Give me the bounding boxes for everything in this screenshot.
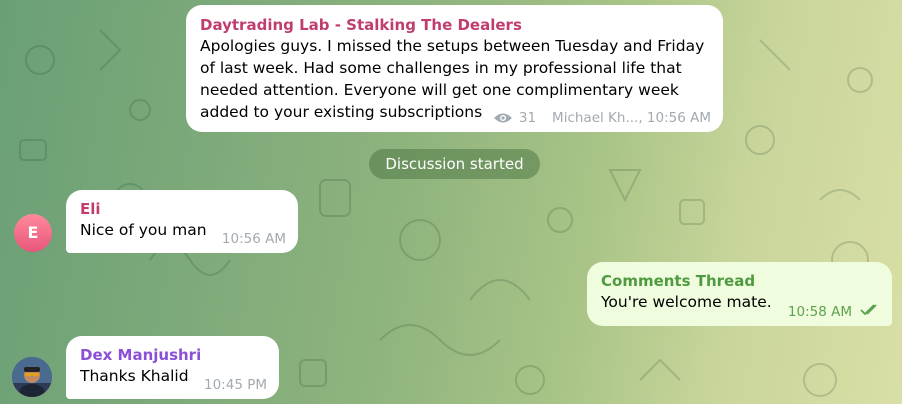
sender-name[interactable]: Comments Thread xyxy=(601,271,878,291)
post-meta: 31 Michael Kh..., 10:56 AM xyxy=(493,110,711,126)
message-time: 10:45 PM xyxy=(204,377,267,393)
message-time: 10:58 AM xyxy=(787,304,852,320)
view-count: 31 xyxy=(518,110,537,126)
message-bubble[interactable]: Eli Nice of you man 10:56 AM xyxy=(66,190,298,253)
double-check-icon xyxy=(860,304,880,320)
sender-name[interactable]: Dex Manjushri xyxy=(80,345,265,365)
sender-name[interactable]: Eli xyxy=(80,199,284,219)
eye-icon xyxy=(493,112,513,124)
message-meta: 10:58 AM xyxy=(788,304,880,320)
message-time: 10:56 AM xyxy=(221,231,286,247)
channel-name[interactable]: Daytrading Lab - Stalking The Dealers xyxy=(200,15,709,35)
avatar[interactable]: E xyxy=(14,214,52,252)
avatar[interactable] xyxy=(12,357,52,397)
outgoing-message-bubble[interactable]: Comments Thread You're welcome mate. 10:… xyxy=(587,262,892,326)
discussion-started-label: Discussion started xyxy=(369,149,540,179)
post-author-time: Michael Kh..., 10:56 AM xyxy=(552,110,711,126)
message-bubble[interactable]: Dex Manjushri Thanks Khalid 10:45 PM xyxy=(66,336,279,399)
channel-post-bubble[interactable]: Daytrading Lab - Stalking The Dealers Ap… xyxy=(186,5,723,132)
